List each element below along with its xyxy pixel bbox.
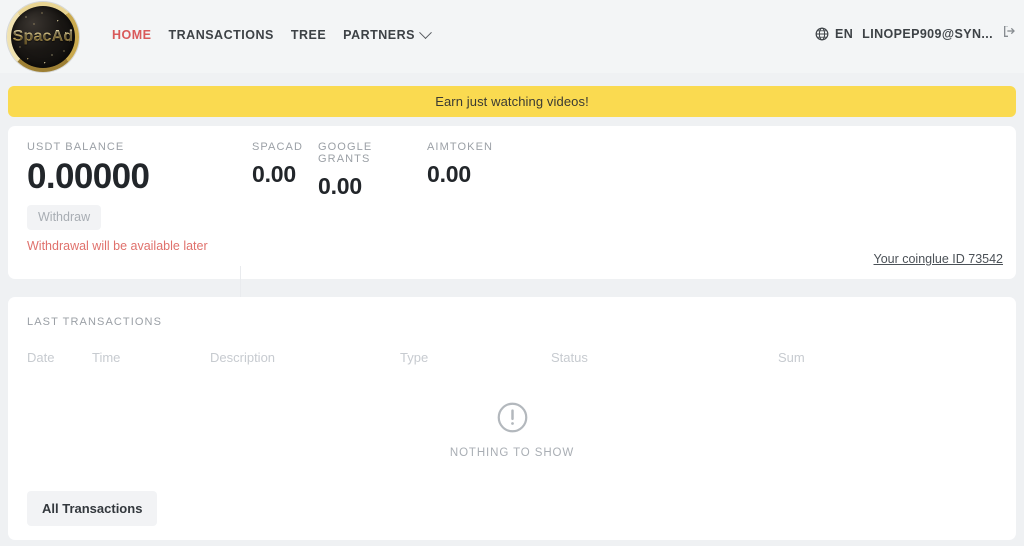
transactions-table-header: Date Time Description Type Status Sum <box>8 350 1016 370</box>
last-transactions-card: LAST TRANSACTIONS Date Time Description … <box>8 297 1016 540</box>
withdraw-availability-note: Withdrawal will be available later <box>27 239 208 253</box>
all-transactions-button[interactable]: All Transactions <box>27 491 158 526</box>
chevron-down-icon <box>419 25 432 39</box>
nav-item-transactions[interactable]: TRANSACTIONS <box>169 28 274 42</box>
column-header-type: Type <box>400 350 429 365</box>
main-navigation: HOME TRANSACTIONS TREE PARTNERS <box>112 25 432 42</box>
withdraw-button[interactable]: Withdraw <box>27 205 102 230</box>
nav-item-tree[interactable]: TREE <box>291 28 326 42</box>
site-header: SpacAd HOME TRANSACTIONS TREE PARTNERS E… <box>0 0 1024 73</box>
promo-banner-text: Earn just watching videos! <box>435 94 589 109</box>
usdt-balance-amount: 0.00000 <box>27 157 150 196</box>
token-balances-group: SPACAD 0.00 GOOGLE GRANTS 0.00 AIMTOKEN … <box>252 141 493 198</box>
globe-icon <box>815 27 829 41</box>
spacad-logo[interactable]: SpacAd <box>7 2 79 72</box>
logout-icon[interactable] <box>1002 26 1018 42</box>
language-label: EN <box>834 27 854 41</box>
last-transactions-title: LAST TRANSACTIONS <box>27 316 163 328</box>
balance-card: USDT BALANCE 0.00000 Withdraw Withdrawal… <box>8 126 1016 381</box>
usdt-balance-block: USDT BALANCE 0.00000 Withdraw Withdrawal… <box>27 141 208 253</box>
token-label-google-grants: GOOGLE GRANTS <box>318 141 373 165</box>
user-email-label[interactable]: LINOPEP909@SYN... <box>862 27 993 41</box>
logo-text: SpacAd <box>12 28 74 45</box>
column-header-time: Time <box>92 350 121 365</box>
token-amount-spacad: 0.00 <box>252 161 296 187</box>
column-header-status: Status <box>551 350 588 365</box>
token-amount-aimtoken: 0.00 <box>427 161 471 187</box>
token-balance-spacad: SPACAD 0.00 <box>252 141 318 186</box>
empty-state: NOTHING TO SHOW <box>8 401 1016 459</box>
column-header-sum: Sum <box>778 350 805 365</box>
nav-item-home[interactable]: HOME <box>112 28 152 42</box>
token-balance-aimtoken: AIMTOKEN 0.00 <box>427 141 493 186</box>
token-amount-google-grants: 0.00 <box>318 173 362 199</box>
nav-item-partners-label: PARTNERS <box>343 28 415 42</box>
token-label-spacad: SPACAD <box>252 141 304 153</box>
exclamation-circle-icon <box>497 402 527 433</box>
empty-state-text: NOTHING TO SHOW <box>449 447 575 459</box>
header-right-group: EN LINOPEP909@SYN... <box>815 26 1018 42</box>
usdt-balance-label: USDT BALANCE <box>27 141 125 153</box>
coinglue-id-link[interactable]: Your coinglue ID 73542 <box>874 252 1004 266</box>
token-label-aimtoken: AIMTOKEN <box>427 141 494 153</box>
column-header-date: Date <box>27 350 55 365</box>
nav-item-partners[interactable]: PARTNERS <box>343 25 432 42</box>
column-header-description: Description <box>210 350 276 365</box>
promo-banner[interactable]: Earn just watching videos! <box>8 86 1016 117</box>
token-balance-google-grants: GOOGLE GRANTS 0.00 <box>318 141 427 198</box>
language-selector[interactable]: EN <box>815 27 853 41</box>
